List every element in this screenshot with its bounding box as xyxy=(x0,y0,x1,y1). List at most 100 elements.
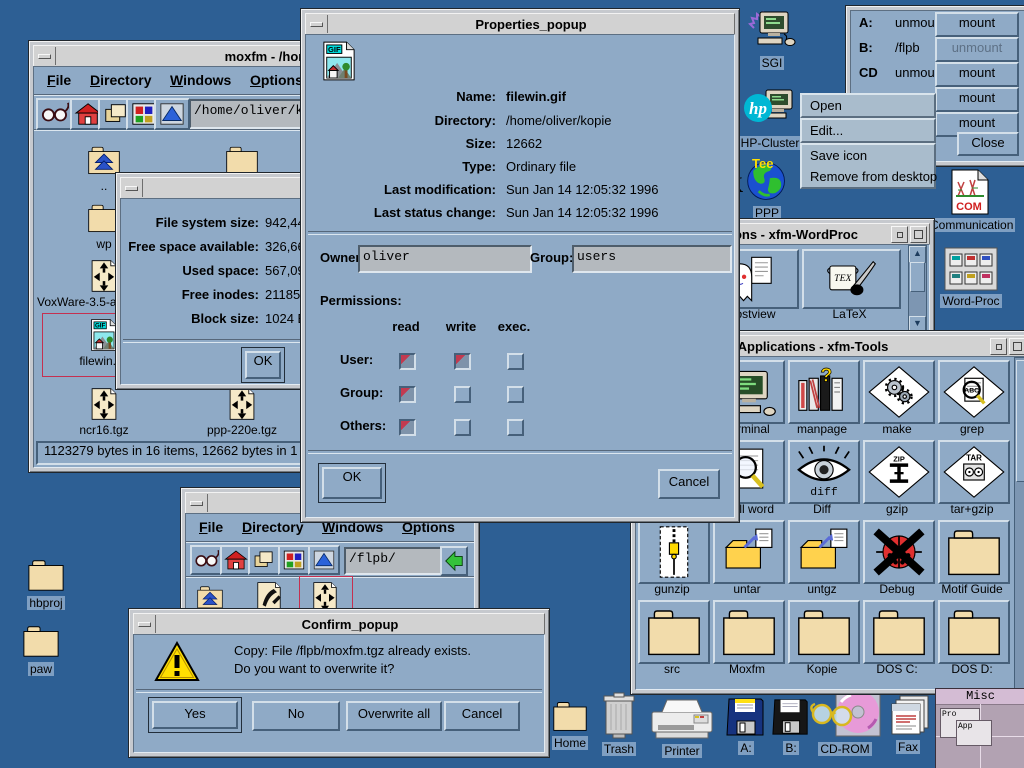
window-confirm: Confirm_popup Copy: File /flpb/moxfm.tgz… xyxy=(128,608,550,758)
iconify-button[interactable] xyxy=(891,226,908,243)
perm-checkbox-checked[interactable] xyxy=(399,353,416,370)
owner-field[interactable]: oliver xyxy=(358,245,532,273)
context-menu-item-remove-from-desktop[interactable]: Remove from desktop xyxy=(802,166,934,187)
perm-checkbox-unchecked[interactable] xyxy=(507,419,524,436)
perm-checkbox-checked[interactable] xyxy=(399,386,416,403)
icon-label-text: paw xyxy=(28,662,54,676)
file-item-label: ncr16.tgz xyxy=(39,423,169,437)
app-button-make[interactable] xyxy=(863,360,935,424)
windows-button[interactable] xyxy=(278,545,310,575)
file-item-ppp-220e-tgz[interactable] xyxy=(222,387,262,421)
group-field[interactable]: users xyxy=(572,245,732,273)
app-button-manpage[interactable]: ? xyxy=(788,360,860,424)
hp-computer-icon: hp xyxy=(742,86,798,134)
perm-checkbox-unchecked[interactable] xyxy=(454,386,471,403)
perm-checkbox-unchecked[interactable] xyxy=(507,386,524,403)
up-button[interactable] xyxy=(154,98,190,130)
context-menu-item-edit-[interactable]: Edit... xyxy=(802,120,934,141)
close-button[interactable]: Close xyxy=(957,132,1019,156)
app-button-dos-d-[interactable] xyxy=(938,600,1010,664)
desktop-icon-communication[interactable]: COMCommunication xyxy=(928,168,1012,234)
ok-button[interactable]: OK xyxy=(245,351,281,379)
perm-checkbox-unchecked[interactable] xyxy=(454,419,471,436)
app-button-kopie[interactable] xyxy=(788,600,860,664)
maximize-button[interactable] xyxy=(910,226,927,243)
desktop-icon-paw[interactable]: paw xyxy=(0,622,84,678)
context-menu-item-open[interactable]: Open xyxy=(802,95,934,116)
window-menu-button[interactable] xyxy=(306,15,328,33)
menu-file[interactable]: File xyxy=(199,519,223,535)
scroll-thumb[interactable] xyxy=(910,262,925,292)
search-icon xyxy=(39,101,69,127)
mount-button[interactable]: mount xyxy=(935,87,1019,112)
confirm-message-line1: Copy: File /flpb/moxfm.tgz already exist… xyxy=(234,643,471,658)
window-misc: Misc ProApp xyxy=(935,688,1024,768)
desktop-icon-hbproj[interactable]: hbproj xyxy=(3,556,89,612)
iconify-button[interactable] xyxy=(990,338,1007,355)
app-button-grep[interactable]: ABC xyxy=(938,360,1010,424)
scroll-quill-icon: TEX xyxy=(806,253,897,305)
maximize-button[interactable] xyxy=(1009,338,1024,355)
cancel-button[interactable]: Cancel xyxy=(444,701,520,731)
no-button[interactable]: No xyxy=(252,701,340,731)
app-button-gzip[interactable]: ZIP xyxy=(863,440,935,504)
zipper-icon xyxy=(642,524,706,580)
perm-checkbox-checked[interactable] xyxy=(399,419,416,436)
app-button-untar[interactable] xyxy=(713,520,785,584)
icon-label: paw xyxy=(0,660,84,678)
app-label: make xyxy=(859,422,935,436)
yes-button[interactable]: Yes xyxy=(152,701,238,729)
context-menu-item-save-icon[interactable]: Save icon xyxy=(802,145,934,166)
svg-text:TAR: TAR xyxy=(966,454,982,463)
copy-button[interactable] xyxy=(248,545,280,575)
mount-button[interactable]: mount xyxy=(935,62,1019,87)
scrollbar[interactable] xyxy=(1014,357,1024,689)
app-button-diff[interactable]: diff xyxy=(788,440,860,504)
app-button-debug[interactable] xyxy=(863,520,935,584)
mount-button[interactable]: mount xyxy=(935,12,1019,37)
menu-file[interactable]: File xyxy=(47,72,71,88)
up-button[interactable] xyxy=(308,545,340,575)
cancel-button[interactable]: Cancel xyxy=(658,469,720,499)
scroll-up-icon[interactable]: ▲ xyxy=(909,246,926,263)
perm-checkbox-unchecked[interactable] xyxy=(507,353,524,370)
app-button-motif-guide[interactable] xyxy=(938,520,1010,584)
app-button-untgz[interactable] xyxy=(788,520,860,584)
window-menu-button[interactable] xyxy=(186,494,208,512)
file-item-ncr16-tgz[interactable] xyxy=(84,387,124,421)
titlebar-properties[interactable]: Properties_popup xyxy=(305,13,735,35)
folder-doc-icon xyxy=(717,524,781,580)
app-label: src xyxy=(635,662,710,676)
icon-label: Word-Proc xyxy=(923,292,1019,310)
search-button[interactable] xyxy=(190,545,222,575)
desktop-icon-word-proc[interactable]: Word-Proc xyxy=(923,246,1019,310)
back-button[interactable] xyxy=(440,546,468,576)
window-menu-button[interactable] xyxy=(134,615,156,633)
overwrite-all-button[interactable]: Overwrite all xyxy=(346,701,442,731)
ok-button[interactable]: OK xyxy=(322,467,382,499)
menu-options[interactable]: Options xyxy=(250,72,303,88)
window-menu-button[interactable] xyxy=(121,179,143,197)
menu-directory[interactable]: Directory xyxy=(242,519,303,535)
scrollbar[interactable]: ▲ ▼ xyxy=(908,245,927,334)
svg-text:ZIP: ZIP xyxy=(893,455,905,464)
menu-directory[interactable]: Directory xyxy=(90,72,151,88)
perm-col-header: write xyxy=(436,319,486,334)
app-button-src[interactable] xyxy=(638,600,710,664)
app-button-moxfm[interactable] xyxy=(713,600,785,664)
app-button-tar-gzip[interactable]: TAR xyxy=(938,440,1010,504)
folder-icon xyxy=(18,622,64,660)
path-field[interactable]: /flpb/ xyxy=(344,547,448,575)
unmount-button[interactable]: unmount xyxy=(935,37,1019,62)
app-button-latex[interactable]: TEX xyxy=(802,249,901,309)
app-label: LaTeX xyxy=(792,307,907,321)
ok-button-ring: OK xyxy=(241,347,285,383)
app-button-gunzip[interactable] xyxy=(638,520,710,584)
titlebar-confirm[interactable]: Confirm_popup xyxy=(133,613,545,635)
app-button-dos-c-[interactable] xyxy=(863,600,935,664)
menu-windows[interactable]: Windows xyxy=(170,72,231,88)
scroll-thumb[interactable] xyxy=(1016,360,1024,482)
search-button[interactable] xyxy=(36,98,72,130)
window-menu-button[interactable] xyxy=(34,47,56,65)
perm-checkbox-checked[interactable] xyxy=(454,353,471,370)
